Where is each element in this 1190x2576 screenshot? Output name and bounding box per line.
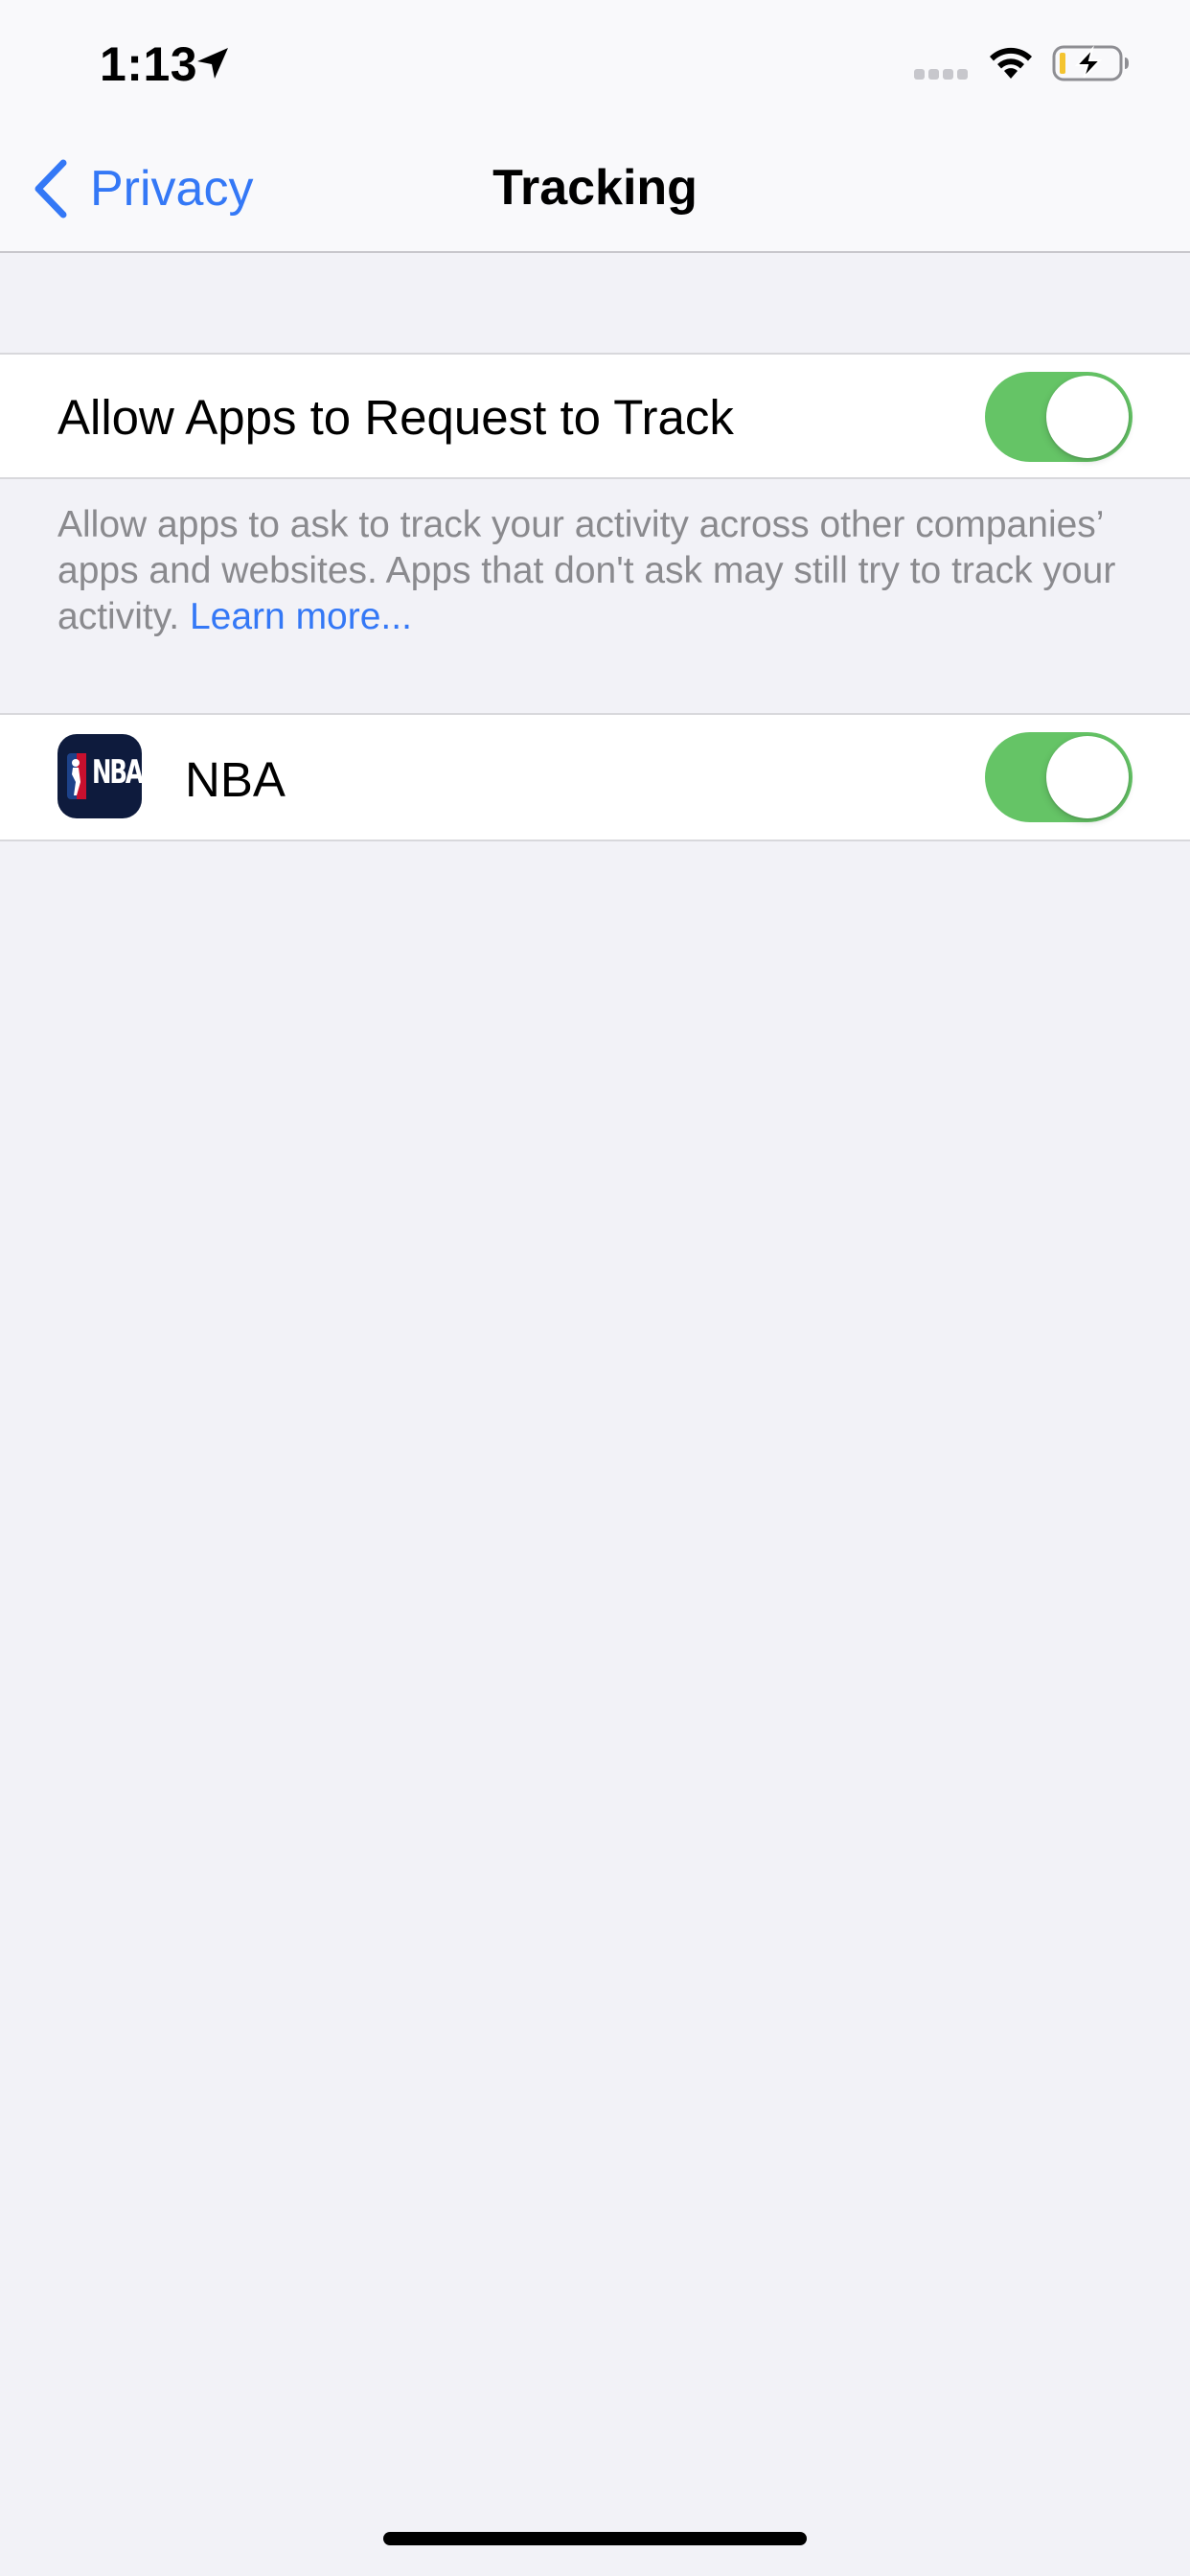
toggle-knob <box>1046 736 1129 818</box>
location-arrow-icon <box>197 48 228 79</box>
status-bar: 1:13 <box>0 0 1190 126</box>
tracking-footer-text: Allow apps to ask to track your activity… <box>57 502 1140 640</box>
navigation-bar: Privacy Tracking <box>0 126 1190 253</box>
toggle-knob <box>1046 376 1129 458</box>
app-name: NBA <box>185 752 286 807</box>
tracking-settings-screen: 1:13 Privacy Tracking Allow Apps to Requ… <box>0 0 1190 2576</box>
cellular-signal-icon <box>914 69 968 80</box>
allow-tracking-toggle[interactable] <box>985 372 1133 462</box>
learn-more-link[interactable]: Learn more... <box>190 596 412 637</box>
battery-charging-icon <box>1052 45 1129 81</box>
nba-logo-icon <box>67 753 86 799</box>
nba-icon-text: NBA <box>92 753 142 792</box>
status-time: 1:13 <box>100 37 198 91</box>
nba-tracking-toggle[interactable] <box>985 732 1133 822</box>
wifi-icon <box>990 47 1032 79</box>
allow-tracking-label: Allow Apps to Request to Track <box>57 390 734 445</box>
nba-app-icon: NBA <box>57 734 142 818</box>
page-title: Tracking <box>492 160 698 216</box>
app-list: NBA NBA <box>0 713 1190 841</box>
allow-tracking-row: Allow Apps to Request to Track <box>0 353 1190 479</box>
home-indicator[interactable] <box>383 2532 807 2545</box>
